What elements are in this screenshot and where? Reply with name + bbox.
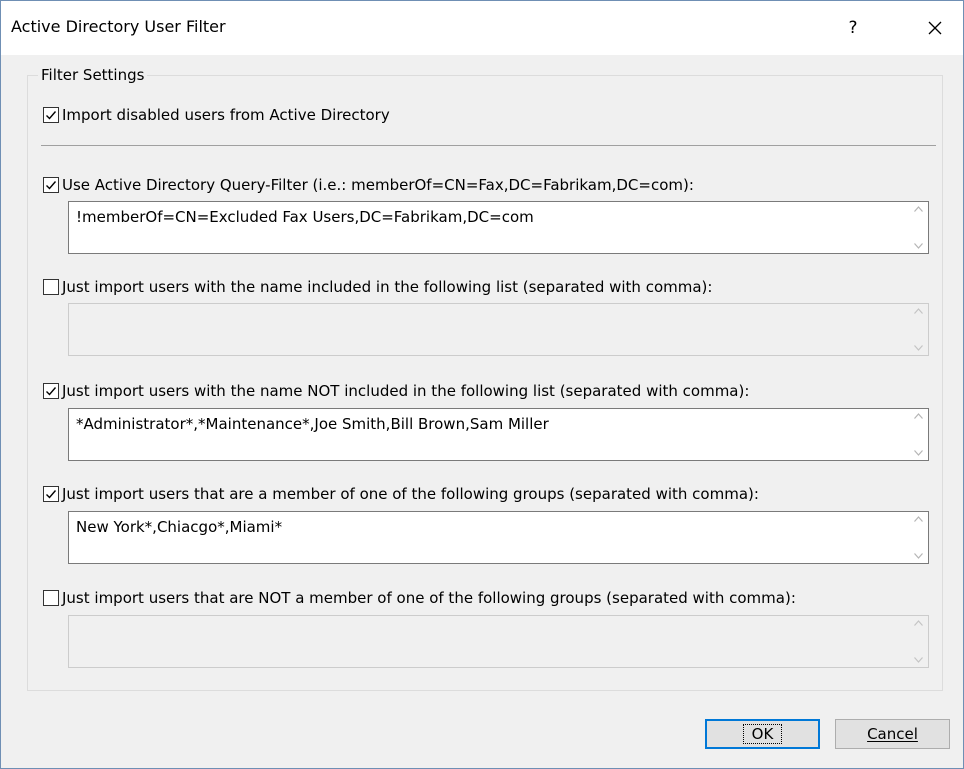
cancel-button[interactable]: Cancel <box>835 719 950 749</box>
checkmark-icon <box>46 490 57 499</box>
ok-button[interactable]: OK <box>705 719 820 749</box>
name-included-scrollbar <box>910 305 927 354</box>
import-disabled-checkbox[interactable] <box>43 107 59 123</box>
scroll-down-icon <box>914 345 923 351</box>
close-icon <box>928 21 942 35</box>
help-button[interactable]: ? <box>833 9 873 47</box>
name-not-included-option[interactable]: Just import users with the name NOT incl… <box>43 382 749 400</box>
scroll-up-icon[interactable] <box>914 413 923 419</box>
query-filter-value: !memberOf=CN=Excluded Fax Users,DC=Fabri… <box>76 208 534 226</box>
member-of-label: Just import users that are a member of o… <box>62 485 759 503</box>
filter-settings-group: Filter Settings Import disabled users fr… <box>27 66 943 691</box>
member-of-value: New York*,Chiacgo*,Miami* <box>76 518 283 536</box>
group-legend: Filter Settings <box>38 66 148 84</box>
window-title: Active Directory User Filter <box>11 17 226 36</box>
query-filter-option[interactable]: Use Active Directory Query-Filter (i.e.:… <box>43 176 694 194</box>
checkmark-icon <box>46 387 57 396</box>
separator <box>41 145 936 146</box>
member-of-checkbox[interactable] <box>43 486 59 502</box>
name-included-label: Just import users with the name included… <box>62 278 713 296</box>
name-included-checkbox[interactable] <box>43 279 59 295</box>
name-not-included-scrollbar[interactable] <box>910 410 927 459</box>
scroll-down-icon[interactable] <box>914 243 923 249</box>
not-member-of-scrollbar <box>910 617 927 666</box>
name-not-included-value: *Administrator*,*Maintenance*,Joe Smith,… <box>76 415 549 433</box>
scroll-up-icon <box>914 308 923 314</box>
checkmark-icon <box>46 111 57 120</box>
import-disabled-label: Import disabled users from Active Direct… <box>62 106 390 124</box>
name-not-included-label: Just import users with the name NOT incl… <box>62 382 750 400</box>
not-member-of-textbox <box>68 615 929 668</box>
scroll-up-icon <box>914 620 923 626</box>
ok-button-label: OK <box>742 724 783 744</box>
not-member-of-label: Just import users that are NOT a member … <box>62 589 796 607</box>
scroll-down-icon[interactable] <box>914 450 923 456</box>
help-icon: ? <box>848 18 858 38</box>
title-bar: Active Directory User Filter ? <box>1 1 963 55</box>
not-member-of-checkbox[interactable] <box>43 590 59 606</box>
checkmark-icon <box>46 181 57 190</box>
cancel-button-label: Cancel <box>867 725 918 743</box>
import-disabled-option[interactable]: Import disabled users from Active Direct… <box>43 106 390 124</box>
scroll-down-icon <box>914 657 923 663</box>
scroll-up-icon[interactable] <box>914 516 923 522</box>
name-not-included-textbox[interactable]: *Administrator*,*Maintenance*,Joe Smith,… <box>68 408 929 461</box>
name-included-textbox <box>68 303 929 356</box>
scroll-down-icon[interactable] <box>914 553 923 559</box>
query-filter-textbox[interactable]: !memberOf=CN=Excluded Fax Users,DC=Fabri… <box>68 201 929 254</box>
member-of-scrollbar[interactable] <box>910 513 927 562</box>
query-filter-label: Use Active Directory Query-Filter (i.e.:… <box>62 176 694 194</box>
not-member-of-option[interactable]: Just import users that are NOT a member … <box>43 589 796 607</box>
name-not-included-checkbox[interactable] <box>43 383 59 399</box>
scroll-up-icon[interactable] <box>914 206 923 212</box>
member-of-option[interactable]: Just import users that are a member of o… <box>43 485 759 503</box>
query-filter-scrollbar[interactable] <box>910 203 927 252</box>
member-of-textbox[interactable]: New York*,Chiacgo*,Miami* <box>68 511 929 564</box>
close-button[interactable] <box>913 9 957 47</box>
dialog-window: Active Directory User Filter ? Filter Se… <box>0 0 964 769</box>
query-filter-checkbox[interactable] <box>43 177 59 193</box>
name-included-option[interactable]: Just import users with the name included… <box>43 278 712 296</box>
